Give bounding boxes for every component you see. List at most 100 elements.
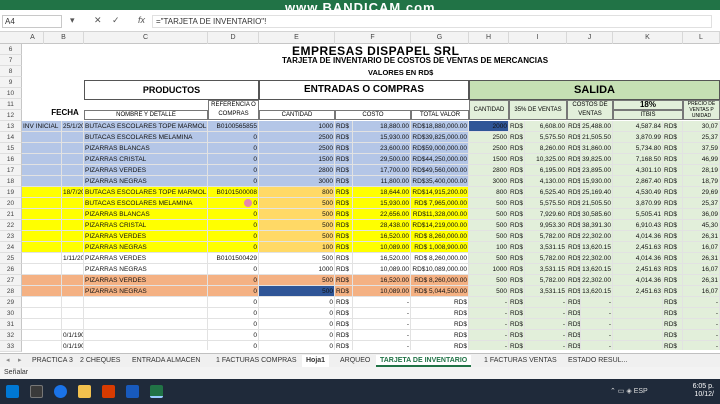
row-header-9[interactable]: 9	[0, 77, 22, 88]
cell-i-29[interactable]: -	[469, 341, 509, 350]
enter-icon[interactable]: ✓	[112, 15, 120, 26]
cell-j-21[interactable]: RD$	[509, 253, 525, 264]
cell-i-9[interactable]: 2000	[469, 121, 509, 132]
cell-m-27[interactable]: -	[581, 319, 613, 330]
cell-f-27[interactable]: RD$	[335, 319, 353, 330]
cell-f-29[interactable]: RD$	[335, 341, 353, 350]
row-header-22[interactable]: 22	[0, 220, 22, 231]
cell-i-12[interactable]: 1500	[469, 154, 509, 165]
cell-e-12[interactable]: 1500	[259, 154, 335, 165]
cell-m-11[interactable]: 31,860.00	[581, 143, 613, 154]
cell-i-20[interactable]: 100	[469, 242, 509, 253]
column-header-F[interactable]: F	[335, 32, 411, 44]
cell-d-29[interactable]: 0	[208, 341, 259, 350]
cell-b-27[interactable]	[62, 319, 84, 330]
cell-l-11[interactable]: RD$	[567, 143, 581, 154]
clock[interactable]: 6:05 p. 10/12/	[693, 383, 714, 399]
cell-h-28[interactable]: RD$	[411, 330, 469, 341]
cell-j-28[interactable]: RD$	[509, 330, 525, 341]
cell-c-18[interactable]: PIZARRAS CRISTAL	[84, 220, 208, 231]
cell-g-25[interactable]: -	[353, 297, 411, 308]
cell-c-29[interactable]	[84, 341, 208, 350]
cell-b-18[interactable]	[62, 220, 84, 231]
cell-p-19[interactable]: 26,31	[683, 231, 720, 242]
cell-g-9[interactable]: 18,880.00	[353, 121, 411, 132]
cell-m-19[interactable]: 22,302.00	[581, 231, 613, 242]
cell-k-18[interactable]: 9,953.30	[525, 220, 567, 231]
cell-p-9[interactable]: 30,07	[683, 121, 720, 132]
cell-p-17[interactable]: 36,09	[683, 209, 720, 220]
cell-e-17[interactable]: 500	[259, 209, 335, 220]
cell-k-24[interactable]: 3,531.15	[525, 286, 567, 297]
cell-c-16[interactable]: BUTACAS ESCOLARES MELAMINA	[84, 198, 208, 209]
cell-c-10[interactable]: BUTACAS ESCOLARES MELAMINA	[84, 132, 208, 143]
windows-start-icon[interactable]	[6, 385, 19, 398]
cell-p-13[interactable]: 28,19	[683, 165, 720, 176]
cell-n-9[interactable]: 4,587.84	[613, 121, 663, 132]
cell-p-10[interactable]: 25,37	[683, 132, 720, 143]
row-header-20[interactable]: 20	[0, 198, 22, 209]
row-header-23[interactable]: 23	[0, 231, 22, 242]
cell-j-16[interactable]: RD$	[509, 198, 525, 209]
cell-i-24[interactable]: 500	[469, 286, 509, 297]
cell-k-17[interactable]: 7,929.60	[525, 209, 567, 220]
cell-a-20[interactable]	[22, 242, 62, 253]
cell-a-29[interactable]	[22, 341, 62, 350]
cell-g-13[interactable]: 17,700.00	[353, 165, 411, 176]
cell-k-19[interactable]: 5,782.00	[525, 231, 567, 242]
cell-p-24[interactable]: 16,07	[683, 286, 720, 297]
column-header-K[interactable]: K	[613, 32, 683, 44]
cell-j-11[interactable]: RD$	[509, 143, 525, 154]
cell-n-17[interactable]: 5,505.41	[613, 209, 663, 220]
cell-h-27[interactable]: RD$	[411, 319, 469, 330]
cell-b-28[interactable]: 0/1/1900	[62, 330, 84, 341]
cell-o-9[interactable]: RD$	[663, 121, 683, 132]
cell-j-26[interactable]: RD$	[509, 308, 525, 319]
column-header-L[interactable]: L	[683, 32, 720, 44]
cell-b-24[interactable]	[62, 286, 84, 297]
cell-b-29[interactable]: 0/1/1900	[62, 341, 84, 350]
cell-i-25[interactable]: -	[469, 297, 509, 308]
cell-o-11[interactable]: RD$	[663, 143, 683, 154]
cell-g-27[interactable]: -	[353, 319, 411, 330]
cell-e-16[interactable]: 500	[259, 198, 335, 209]
cell-o-19[interactable]: RD$	[663, 231, 683, 242]
cell-b-13[interactable]	[62, 165, 84, 176]
cell-n-27[interactable]	[613, 319, 663, 330]
cell-k-25[interactable]: -	[525, 297, 567, 308]
cell-g-28[interactable]: -	[353, 330, 411, 341]
cell-c-13[interactable]: PIZARRAS VERDES	[84, 165, 208, 176]
sheet-tab-3[interactable]: 1 FACTURAS COMPRAS	[212, 355, 301, 367]
cell-b-21[interactable]: 1/11/2022	[62, 253, 84, 264]
cell-g-29[interactable]: -	[353, 341, 411, 350]
word-icon[interactable]	[126, 385, 139, 398]
cell-n-15[interactable]: 4,530.49	[613, 187, 663, 198]
row-header-13[interactable]: 13	[0, 121, 22, 132]
cell-p-20[interactable]: 16,07	[683, 242, 720, 253]
cell-o-18[interactable]: RD$	[663, 220, 683, 231]
cell-m-13[interactable]: 23,895.00	[581, 165, 613, 176]
cell-b-22[interactable]	[62, 264, 84, 275]
cell-m-28[interactable]: -	[581, 330, 613, 341]
cell-j-19[interactable]: RD$	[509, 231, 525, 242]
cell-h-17[interactable]: RD$11,328,000.00	[411, 209, 469, 220]
sheet-tab-7[interactable]: 1 FACTURAS VENTAS	[480, 355, 561, 367]
cell-n-14[interactable]: 2,867.40	[613, 176, 663, 187]
cell-c-20[interactable]: PIZARRAS NEGRAS	[84, 242, 208, 253]
cell-e-22[interactable]: 1000	[259, 264, 335, 275]
cell-g-14[interactable]: 11,800.00	[353, 176, 411, 187]
cell-g-18[interactable]: 28,438.00	[353, 220, 411, 231]
cell-i-15[interactable]: 800	[469, 187, 509, 198]
cell-i-28[interactable]: -	[469, 330, 509, 341]
cell-f-12[interactable]: RD$	[335, 154, 353, 165]
cell-o-28[interactable]: RD$	[663, 330, 683, 341]
cell-g-15[interactable]: 18,644.00	[353, 187, 411, 198]
row-header-14[interactable]: 14	[0, 132, 22, 143]
cell-e-18[interactable]: 500	[259, 220, 335, 231]
cell-i-23[interactable]: 500	[469, 275, 509, 286]
cell-d-23[interactable]: 0	[208, 275, 259, 286]
cell-p-27[interactable]: -	[683, 319, 720, 330]
cell-p-21[interactable]: 26,31	[683, 253, 720, 264]
cell-p-11[interactable]: 37,59	[683, 143, 720, 154]
cell-b-15[interactable]: 18/7/2022	[62, 187, 84, 198]
